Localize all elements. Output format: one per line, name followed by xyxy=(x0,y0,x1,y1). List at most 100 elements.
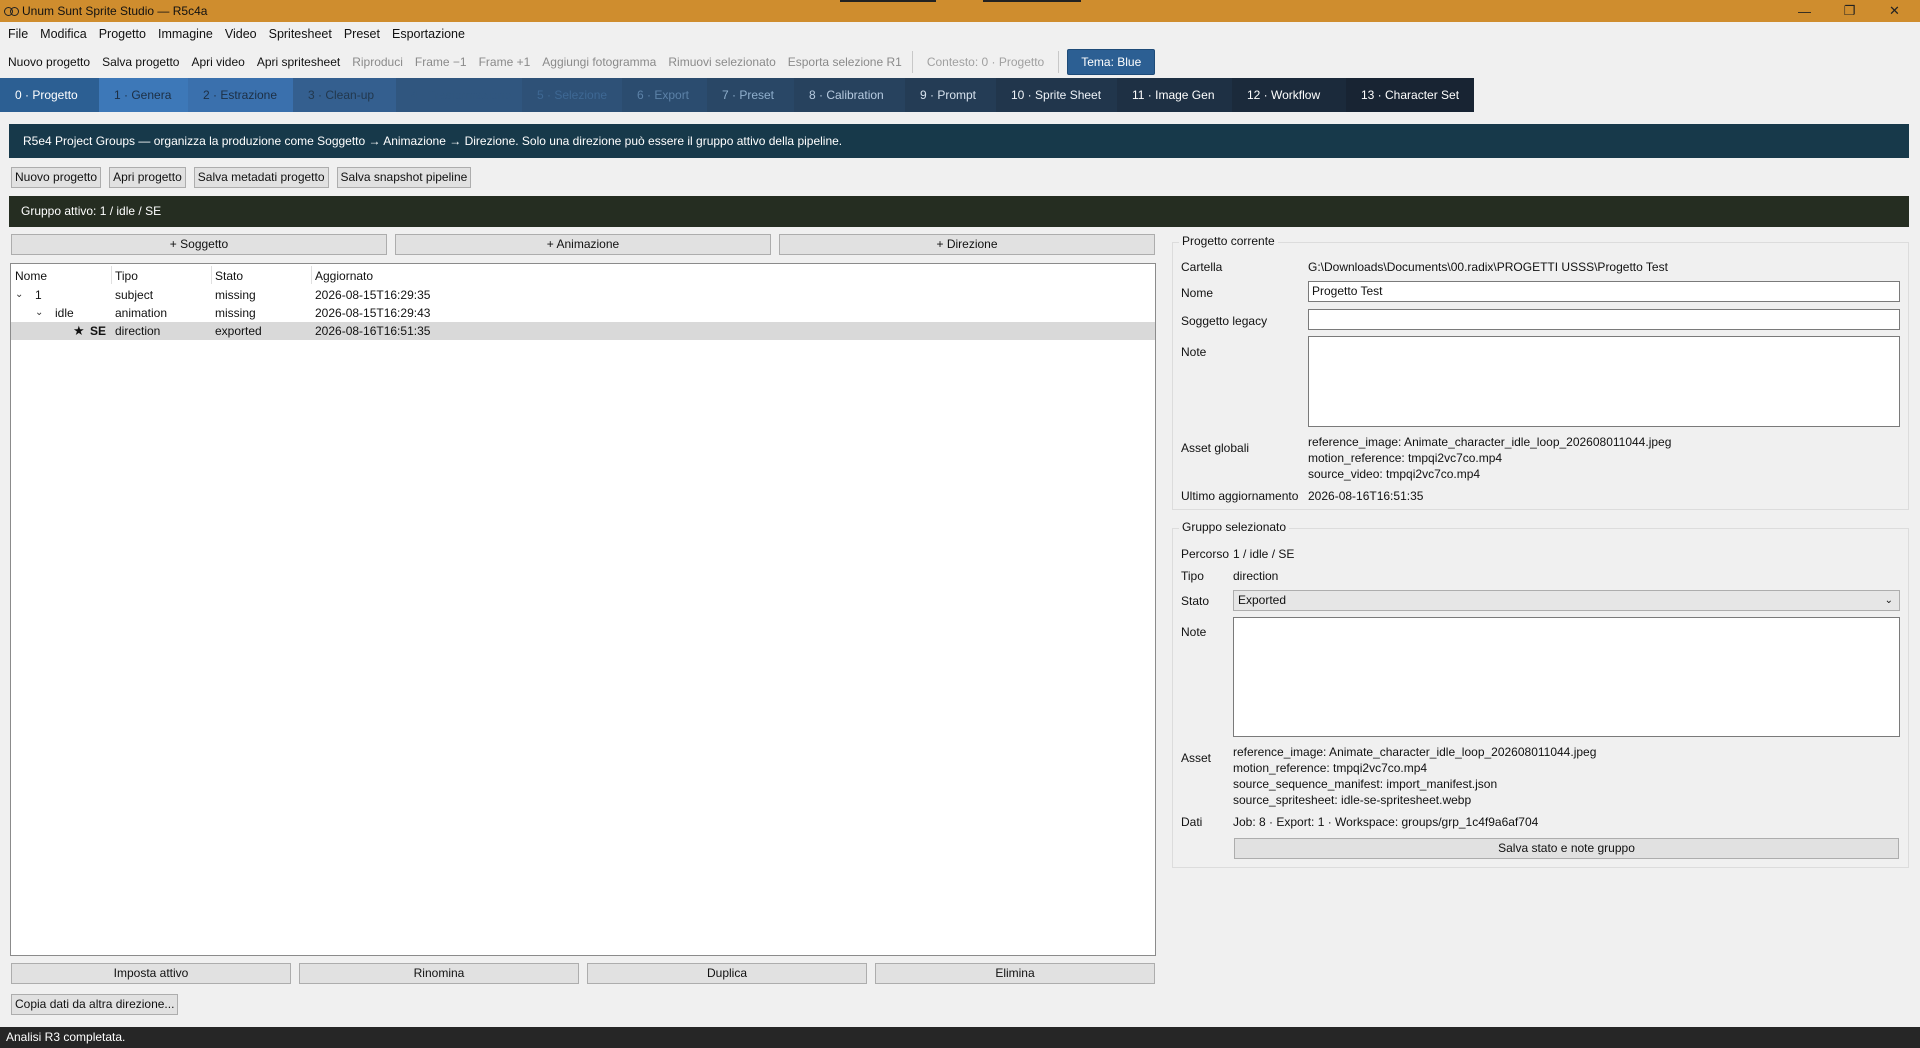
toolbar-separator xyxy=(1058,51,1060,73)
tab-character-set[interactable]: 13 · Character Set xyxy=(1346,78,1474,112)
toolbar-open-spritesheet-button[interactable]: Apri spritesheet xyxy=(251,47,346,77)
current-project-title: Progetto corrente xyxy=(1179,234,1278,248)
expander-chevron-icon[interactable]: ⌄ xyxy=(35,304,43,322)
folder-path: G:\Downloads\Documents\00.radix\PROGETTI… xyxy=(1308,260,1668,274)
tree-row-animation[interactable]: ⌄ idle animation missing 2026-08-15T16:2… xyxy=(11,304,1155,322)
last-updated-label: Ultimo aggiornamento xyxy=(1181,489,1299,503)
copy-from-direction-button[interactable]: Copia dati da altra direzione... xyxy=(11,994,179,1015)
tree-cell-updated: 2026-08-15T16:29:35 xyxy=(315,288,431,302)
project-name-input[interactable]: Progetto Test xyxy=(1308,281,1900,302)
data-label: Dati xyxy=(1181,815,1203,829)
tree-cell-status: missing xyxy=(215,288,256,302)
legacy-subject-label: Soggetto legacy xyxy=(1181,314,1268,328)
close-button[interactable]: ✕ xyxy=(1872,0,1917,22)
active-group-bar: Gruppo attivo: 1 / idle / SE xyxy=(9,196,1909,227)
legacy-subject-input[interactable] xyxy=(1308,309,1900,330)
selected-group-title: Gruppo selezionato xyxy=(1179,520,1290,534)
open-project-button[interactable]: Apri progetto xyxy=(109,167,186,188)
data-value: Job: 8 · Export: 1 · Workspace: groups/g… xyxy=(1233,815,1539,829)
save-pipeline-snapshot-button[interactable]: Salva snapshot pipeline xyxy=(336,167,472,188)
tab-sprite-sheet[interactable]: 10 · Sprite Sheet xyxy=(996,78,1117,112)
group-asset-item: motion_reference: tmpqi2vc7co.mp4 xyxy=(1233,761,1428,775)
tree-cell-status: missing xyxy=(215,306,256,320)
toolbar-save-project-button[interactable]: Salva progetto xyxy=(96,47,185,77)
toolbar-play-button[interactable]: Riproduci xyxy=(346,47,409,77)
tab-preset[interactable]: 7 · Preset xyxy=(707,78,794,112)
menu-video[interactable]: Video xyxy=(219,22,263,46)
tree-row-direction[interactable]: ★ SE direction exported 2026-08-16T16:51… xyxy=(11,322,1155,340)
menu-bar: File Modifica Progetto Immagine Video Sp… xyxy=(0,22,1920,46)
toolbar-frame-next-button[interactable]: Frame +1 xyxy=(473,47,537,77)
tab-export[interactable]: 6 · Export xyxy=(622,78,707,112)
tab-calibration[interactable]: 8 · Calibration xyxy=(794,78,905,112)
type-value: direction xyxy=(1233,569,1279,583)
tab-clean-up[interactable]: 3 · Clean-up xyxy=(293,78,396,112)
toolbar-new-project-button[interactable]: Nuovo progetto xyxy=(2,47,96,77)
maximize-button[interactable]: ❐ xyxy=(1827,0,1872,22)
toolbar-separator xyxy=(911,51,913,73)
menu-file[interactable]: File xyxy=(2,22,34,46)
toolbar-frame-prev-button[interactable]: Frame −1 xyxy=(409,47,473,77)
tab-selezione[interactable]: 5 · Selezione xyxy=(522,78,622,112)
tree-cell-name: idle xyxy=(55,306,74,320)
state-select-value: Exported xyxy=(1238,593,1287,607)
menu-modifica[interactable]: Modifica xyxy=(34,22,93,46)
tree-cell-type: direction xyxy=(115,324,161,338)
global-asset-item: motion_reference: tmpqi2vc7co.mp4 xyxy=(1308,451,1503,465)
group-notes-textarea[interactable] xyxy=(1233,617,1900,737)
toolbar-open-video-button[interactable]: Apri video xyxy=(185,47,250,77)
toolbar-export-selection-button[interactable]: Esporta selezione R1 xyxy=(782,47,908,77)
theme-button[interactable]: Tema: Blue xyxy=(1067,49,1156,75)
tree-cell-status: exported xyxy=(215,324,262,338)
folder-label: Cartella xyxy=(1181,260,1223,274)
toolbar-add-frame-button[interactable]: Aggiungi fotogramma xyxy=(536,47,662,77)
tab-progetto[interactable]: 0 · Progetto xyxy=(0,78,99,112)
tab-genera[interactable]: 1 · Genera xyxy=(99,78,188,112)
menu-progetto[interactable]: Progetto xyxy=(93,22,152,46)
rename-button[interactable]: Rinomina xyxy=(299,963,579,984)
group-asset-item: source_sequence_manifest: import_manifes… xyxy=(1233,777,1498,791)
add-direction-button[interactable]: + Direzione xyxy=(779,234,1155,255)
chevron-down-icon: ⌄ xyxy=(1884,595,1893,606)
menu-esportazione[interactable]: Esportazione xyxy=(386,22,471,46)
tab-workflow[interactable]: 12 · Workflow xyxy=(1232,78,1346,112)
tree-cell-type: animation xyxy=(115,306,168,320)
tab-estrazione[interactable]: 2 · Estrazione xyxy=(188,78,293,112)
add-subject-button[interactable]: + Soggetto xyxy=(11,234,387,255)
tab-image-gen[interactable]: 11 · Image Gen xyxy=(1117,78,1232,112)
set-active-button[interactable]: Imposta attivo xyxy=(11,963,291,984)
toolbar-remove-selected-button[interactable]: Rimuovi selezionato xyxy=(662,47,781,77)
pipeline-tabs: 0 · Progetto 1 · Genera 2 · Estrazione 3… xyxy=(0,78,1474,112)
new-project-button[interactable]: Nuovo progetto xyxy=(11,167,102,188)
group-asset-item: source_spritesheet: idle-se-spritesheet.… xyxy=(1233,793,1472,807)
active-star-icon: ★ xyxy=(73,323,85,338)
title-bar: Unum Sunt Sprite Studio — R5c4a — ❐ ✕ xyxy=(0,0,1920,22)
name-label: Nome xyxy=(1181,286,1214,300)
tree-cell-name: SE xyxy=(90,324,107,338)
delete-button[interactable]: Elimina xyxy=(875,963,1155,984)
tab-prompt[interactable]: 9 · Prompt xyxy=(905,78,996,112)
duplicate-button[interactable]: Duplica xyxy=(587,963,867,984)
state-select[interactable]: Exported ⌄ xyxy=(1233,590,1900,611)
group-asset-item: reference_image: Animate_character_idle_… xyxy=(1233,745,1597,759)
tree-cell-type: subject xyxy=(115,288,154,302)
app-logo-icon xyxy=(4,4,19,18)
project-notes-textarea[interactable] xyxy=(1308,336,1900,427)
menu-immagine[interactable]: Immagine xyxy=(152,22,219,46)
tree-row-subject[interactable]: ⌄ 1 subject missing 2026-08-15T16:29:35 xyxy=(11,286,1155,304)
group-tree[interactable]: Nome Tipo Stato Aggiornato ⌄ 1 subject m… xyxy=(10,263,1156,956)
tab-trasformazione[interactable]: 4 · Trasformazione xyxy=(396,78,522,112)
tree-cell-name: 1 xyxy=(35,288,42,302)
add-animation-button[interactable]: + Animazione xyxy=(395,234,771,255)
save-group-state-button[interactable]: Salva stato e note gruppo xyxy=(1234,838,1899,859)
save-project-metadata-button[interactable]: Salva metadati progetto xyxy=(193,167,329,188)
minimize-button[interactable]: — xyxy=(1782,0,1827,22)
type-label: Tipo xyxy=(1181,569,1204,583)
menu-preset[interactable]: Preset xyxy=(338,22,386,46)
title-decoration xyxy=(983,0,1081,2)
expander-chevron-icon[interactable]: ⌄ xyxy=(15,286,23,304)
group-assets-label: Asset xyxy=(1181,751,1212,765)
path-label: Percorso xyxy=(1181,547,1230,561)
last-updated-value: 2026-08-16T16:51:35 xyxy=(1308,489,1424,503)
menu-spritesheet[interactable]: Spritesheet xyxy=(263,22,338,46)
